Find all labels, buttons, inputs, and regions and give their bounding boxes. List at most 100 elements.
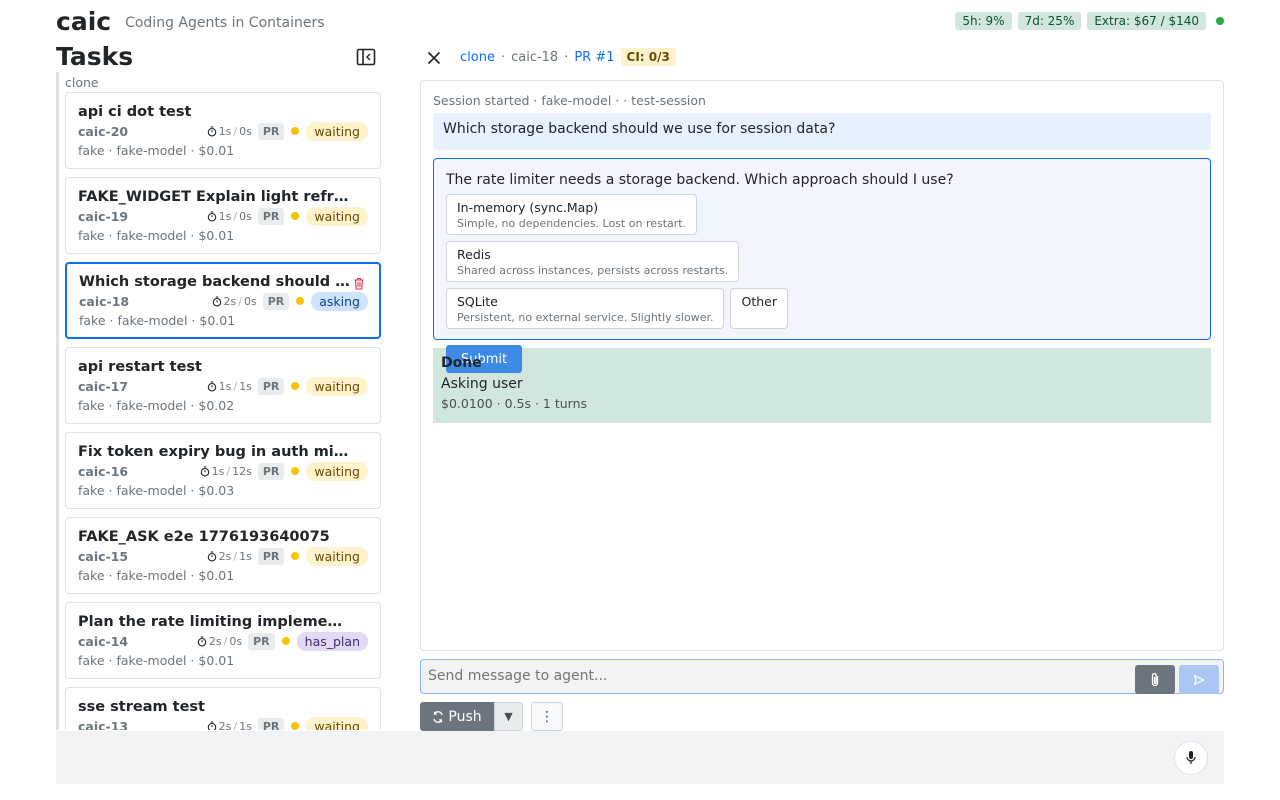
header: caic Coding Agents in Containers 5h: 9% … — [56, 4, 1224, 38]
task-list-scroll[interactable]: clone api ci dot test caic-20 1s/0s PR waiti… — [56, 72, 394, 730]
task-status-dot — [296, 297, 305, 305]
breadcrumb-pr-link[interactable]: PR #1 — [574, 50, 614, 65]
task-title: FAKE_ASK e2e 1776193640075 — [78, 529, 330, 545]
task-status-dot — [291, 127, 300, 135]
task-time-idle: 1s — [239, 379, 252, 393]
option-label: SQLite — [457, 294, 498, 309]
task-row: caic-20 1s/0s PR waiting — [78, 121, 368, 141]
option-sqlite[interactable]: SQLite Persistent, no external service. … — [446, 288, 725, 329]
option-in-memory[interactable]: In-memory (sync.Map) Simple, no dependen… — [446, 194, 698, 235]
task-row: caic-14 2s/0s PR has_plan — [78, 631, 368, 651]
send-icon — [1193, 673, 1205, 686]
time-separator: / — [233, 209, 238, 223]
send-button[interactable] — [1179, 665, 1219, 694]
task-time-active: 2s — [218, 719, 232, 731]
task-timer: 1s/0s — [207, 210, 252, 223]
usage-7d-badge: 7d: 25% — [1017, 12, 1082, 30]
task-id: caic-14 — [78, 633, 129, 649]
task-meta: 1s/0s PR waiting — [207, 206, 368, 226]
task-timer: 1s/0s — [207, 125, 252, 138]
microphone-icon — [1186, 751, 1196, 764]
task-time-idle: 0s — [239, 209, 252, 223]
task-pr-tag[interactable]: PR — [257, 462, 285, 480]
task-pr-tag[interactable]: PR — [257, 547, 285, 565]
footer-bar — [56, 731, 1224, 784]
option-redis[interactable]: Redis Shared across instances, persists … — [446, 241, 740, 282]
time-separator: / — [226, 464, 231, 478]
breadcrumb-task-id: caic-18 — [511, 49, 559, 65]
voice-input-button[interactable] — [1174, 741, 1208, 775]
close-icon — [427, 51, 441, 65]
task-pr-tag[interactable]: PR — [257, 717, 285, 730]
brand-logo: caic — [56, 6, 112, 36]
task-id: caic-20 — [78, 123, 129, 139]
option-label: Redis — [457, 247, 491, 262]
task-card[interactable]: api ci dot test caic-20 1s/0s PR waiting fake… — [65, 92, 381, 169]
task-pr-tag[interactable]: PR — [262, 292, 290, 310]
time-separator: / — [238, 294, 242, 308]
task-time-active: 1s — [218, 124, 232, 138]
close-detail-button[interactable] — [425, 49, 443, 67]
task-card[interactable]: api restart test caic-17 1s/1s PR waiting fak… — [65, 347, 381, 424]
task-card[interactable]: sse stream test caic-13 2s/1s PR waiting — [65, 687, 381, 730]
more-vertical-icon: ⋮ — [540, 708, 554, 725]
task-subtitle: fake · fake-model · $0.01 — [78, 653, 235, 668]
task-pr-tag[interactable]: PR — [248, 632, 275, 650]
task-list: api ci dot test caic-20 1s/0s PR waiting fake… — [59, 92, 394, 730]
stopwatch-icon — [207, 210, 216, 221]
stopwatch-icon — [197, 635, 207, 646]
task-subtitle: fake · fake-model · $0.01 — [78, 143, 235, 158]
attach-button[interactable] — [1135, 665, 1175, 694]
session-meta: Session started · fake-model · · test-se… — [433, 93, 706, 108]
task-time-active: 1s — [218, 379, 232, 393]
push-label: Push — [448, 708, 482, 725]
task-pr-tag[interactable]: PR — [257, 377, 285, 395]
task-card[interactable]: Fix token expiry bug in auth mi… caic-16 1… — [65, 432, 381, 509]
task-status-badge: has_plan — [296, 631, 368, 651]
task-title: Fix token expiry bug in auth mi… — [78, 444, 349, 460]
option-label: Other — [741, 294, 777, 309]
stopwatch-icon — [207, 380, 216, 391]
breadcrumb-repo-link[interactable]: clone — [460, 50, 495, 65]
task-subtitle: fake · fake-model · $0.01 — [78, 568, 235, 583]
task-pr-tag[interactable]: PR — [257, 122, 285, 140]
option-other[interactable]: Other — [730, 288, 788, 329]
collapse-sidebar-button[interactable] — [356, 48, 378, 68]
task-meta: 2s/0s PR has_plan — [197, 631, 368, 651]
task-status-dot — [291, 722, 300, 730]
task-card[interactable]: Which storage backend should … caic-18 2s /… — [65, 262, 381, 339]
task-card[interactable]: Plan the rate limiting implemen… caic-14 2… — [65, 602, 381, 679]
task-row: caic-18 2s/0s PR asking — [79, 291, 368, 311]
chevron-down-icon: ▼ — [504, 710, 513, 723]
task-time-idle: 1s — [239, 549, 252, 563]
push-button[interactable]: Push — [420, 702, 494, 731]
task-timer: 2s/1s — [207, 550, 252, 563]
message-input[interactable] — [421, 660, 1121, 691]
task-title: Plan the rate limiting implemen… — [78, 614, 350, 630]
task-card[interactable]: FAKE_ASK e2e 1776193640075 caic-15 2s/1s PR… — [65, 517, 381, 594]
task-row: caic-13 2s/1s PR waiting — [78, 716, 368, 730]
push-dropdown-button[interactable]: ▼ — [494, 702, 523, 731]
task-time-idle: 1s — [239, 719, 252, 731]
stopwatch-icon — [207, 720, 216, 730]
time-separator: / — [233, 549, 238, 563]
task-timer: 1s/12s — [200, 465, 252, 478]
session-log[interactable]: Session started · fake-model · · test-se… — [420, 80, 1224, 651]
task-meta: 2s/1s PR waiting — [207, 716, 368, 731]
task-group-label: clone — [65, 75, 99, 90]
paperclip-icon — [1151, 672, 1159, 686]
task-card[interactable]: FAKE_WIDGET Explain light refr… caic-19 1s… — [65, 177, 381, 254]
task-row: caic-16 1s/12s PR waiting — [78, 461, 368, 481]
ci-status-badge[interactable]: CI: 0/3 — [620, 48, 676, 66]
task-timer: 1s/1s — [207, 380, 252, 393]
task-time-active: 1s — [211, 464, 225, 478]
task-row: caic-15 2s/1s PR waiting — [78, 546, 368, 566]
option-description: Simple, no dependencies. Lost on restart… — [457, 217, 687, 230]
task-status-dot — [291, 467, 300, 475]
task-pr-tag[interactable]: PR — [257, 207, 285, 225]
more-actions-button[interactable]: ⋮ — [531, 702, 563, 731]
breadcrumb-separator: · — [564, 49, 569, 65]
trash-icon[interactable] — [353, 277, 365, 290]
task-time-idle: 12s — [232, 464, 252, 478]
ask-question-card: The rate limiter needs a storage backend… — [433, 158, 1211, 373]
